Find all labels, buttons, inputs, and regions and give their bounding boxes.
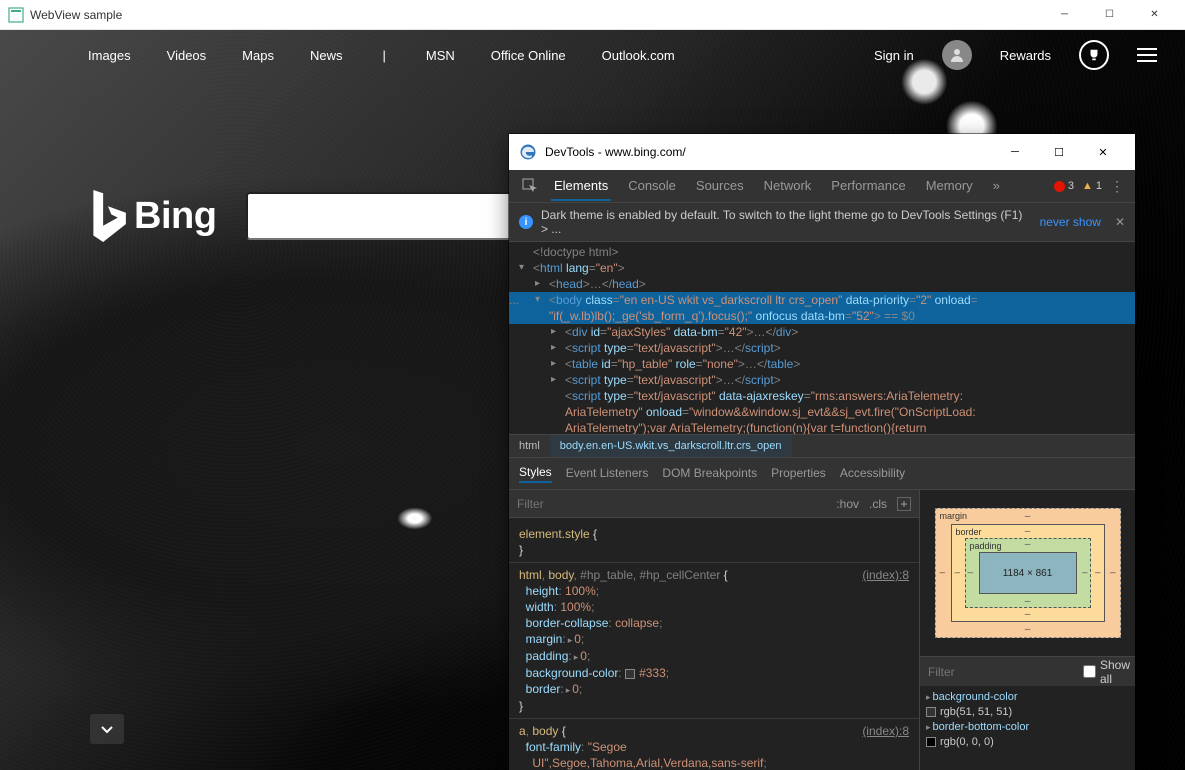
bing-logo-text: Bing [134, 195, 216, 238]
dom-line: <script type="text/javascript">…</script… [509, 372, 1135, 388]
tab-performance[interactable]: Performance [828, 172, 908, 201]
stab-breakpoints[interactable]: DOM Breakpoints [662, 466, 757, 482]
info-icon: i [519, 215, 533, 229]
dt-minimize[interactable]: ─ [993, 134, 1037, 170]
devtools-titlebar: DevTools - www.bing.com/ ─ ☐ ✕ [509, 134, 1135, 170]
info-bar: i Dark theme is enabled by default. To s… [509, 203, 1135, 242]
dom-line: AriaTelemetry");var AriaTelemetry;(funct… [509, 420, 1135, 434]
tab-memory[interactable]: Memory [923, 172, 976, 201]
dom-tree[interactable]: <!doctype html> <html lang="en"> <head>…… [509, 242, 1135, 434]
bing-topbar: Images Videos Maps News | MSN Office Onl… [0, 30, 1185, 80]
styles-tabs: Styles Event Listeners DOM Breakpoints P… [509, 458, 1135, 490]
cls-toggle[interactable]: .cls [869, 497, 887, 511]
dom-line-selected: "if(_w.lb)lb();_ge('sb_form_q').focus();… [509, 308, 1135, 324]
nav-maps[interactable]: Maps [242, 48, 274, 63]
info-close-icon[interactable]: ✕ [1115, 215, 1125, 229]
box-content: 1184 × 861 [979, 552, 1077, 594]
dom-line: <script type="text/javascript" data-ajax… [509, 388, 1135, 404]
dom-line: AriaTelemetry" onload="window&&window.sj… [509, 404, 1135, 420]
warnings-badge[interactable]: ▲1 [1082, 180, 1102, 192]
crumb-body[interactable]: body.en.en-US.wkit.vs_darkscroll.ltr.crs… [550, 435, 792, 457]
win-maximize[interactable]: ☐ [1087, 0, 1132, 30]
win-close[interactable]: ✕ [1132, 0, 1177, 30]
toolbar-more-icon[interactable]: ⋮ [1110, 178, 1125, 195]
stab-listeners[interactable]: Event Listeners [566, 466, 649, 482]
styles-panel[interactable]: element.style { } (index):8 html, body, … [509, 518, 919, 770]
hamburger-icon[interactable] [1137, 43, 1161, 67]
showall-toggle[interactable]: Show all [1083, 658, 1130, 686]
nav-videos[interactable]: Videos [167, 48, 207, 63]
new-rule-icon[interactable]: + [897, 497, 911, 511]
dom-line: <head>…</head> [509, 276, 1135, 292]
css-source-link[interactable]: (index):8 [862, 723, 909, 739]
inspect-icon[interactable] [515, 174, 545, 198]
nav-images[interactable]: Images [88, 48, 131, 63]
rewards-icon[interactable] [1079, 40, 1109, 70]
dom-line: <div id="ajaxStyles" data-bm="42">…</div… [509, 324, 1135, 340]
computed-list[interactable]: background-color rgb(51, 51, 51) border-… [920, 686, 1135, 770]
computed-filter-row: Show all [920, 656, 1135, 686]
tab-more[interactable]: » [990, 172, 1003, 201]
crumb-html[interactable]: html [509, 435, 550, 457]
hov-toggle[interactable]: :hov [836, 497, 859, 511]
info-text: Dark theme is enabled by default. To swi… [541, 208, 1032, 236]
dom-line: <table id="hp_table" role="none">…</tabl… [509, 356, 1135, 372]
dt-maximize[interactable]: ☐ [1037, 134, 1081, 170]
nav-msn[interactable]: MSN [426, 48, 455, 63]
tab-console[interactable]: Console [625, 172, 679, 201]
nav-news[interactable]: News [310, 48, 343, 63]
info-link[interactable]: never show [1040, 215, 1101, 229]
app-icon [8, 7, 24, 23]
stab-styles[interactable]: Styles [519, 465, 552, 483]
bing-logo: Bing [88, 190, 216, 242]
nav-outlook[interactable]: Outlook.com [602, 48, 675, 63]
bing-logo-icon [88, 190, 128, 242]
dt-close[interactable]: ✕ [1081, 134, 1125, 170]
nav-office[interactable]: Office Online [491, 48, 566, 63]
tab-sources[interactable]: Sources [693, 172, 747, 201]
win-minimize[interactable]: ─ [1042, 0, 1087, 30]
avatar-icon[interactable] [942, 40, 972, 70]
app-titlebar: WebView sample ─ ☐ ✕ [0, 0, 1185, 30]
rewards-link[interactable]: Rewards [1000, 48, 1051, 63]
edge-icon [519, 143, 537, 161]
tab-elements[interactable]: Elements [551, 172, 611, 201]
app-title: WebView sample [30, 8, 122, 22]
dom-line-selected: <body class="en en-US wkit vs_darkscroll… [509, 292, 1135, 308]
tab-network[interactable]: Network [761, 172, 815, 201]
stab-accessibility[interactable]: Accessibility [840, 466, 905, 482]
dom-line: <script type="text/javascript">…</script… [509, 340, 1135, 356]
styles-filter-input[interactable] [517, 497, 836, 511]
chevron-down-icon[interactable] [90, 714, 124, 744]
errors-badge[interactable]: 3 [1054, 180, 1074, 192]
styles-filter-row: :hov .cls + [509, 490, 919, 518]
stab-properties[interactable]: Properties [771, 466, 826, 482]
dom-line: <html lang="en"> [509, 260, 1135, 276]
dom-breadcrumb[interactable]: html body.en.en-US.wkit.vs_darkscroll.lt… [509, 434, 1135, 458]
nav-divider: | [382, 48, 385, 63]
dom-line: <!doctype html> [509, 244, 1135, 260]
computed-filter-input[interactable] [928, 665, 1083, 679]
devtools-title: DevTools - www.bing.com/ [545, 145, 686, 159]
devtools-toolbar: Elements Console Sources Network Perform… [509, 170, 1135, 203]
devtools-window: DevTools - www.bing.com/ ─ ☐ ✕ Elements … [509, 134, 1135, 770]
box-model[interactable]: margin – – – – border – – – – padding – [920, 490, 1135, 656]
css-source-link[interactable]: (index):8 [862, 567, 909, 583]
signin-link[interactable]: Sign in [874, 48, 914, 63]
